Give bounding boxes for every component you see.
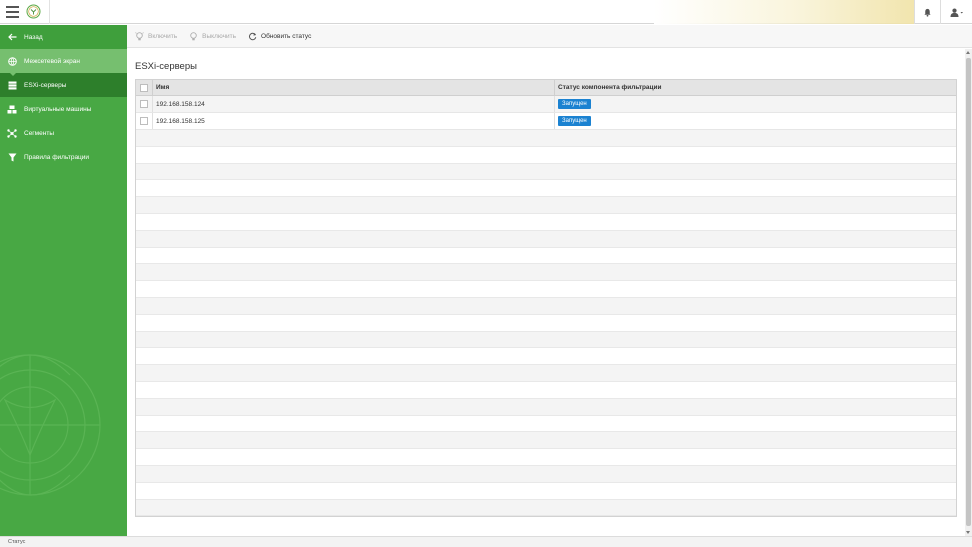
sidebar-item-segments[interactable]: Сегменты [0,121,127,145]
sidebar-item-label: Правила фильтрации [24,153,90,161]
lightbulb-off-icon [189,31,198,41]
server-name-cell: 192.168.158.124 [153,96,555,112]
hamburger-icon[interactable] [6,6,19,18]
notifications-button[interactable] [914,0,940,24]
bell-icon [924,8,931,17]
virtual-machines-icon [7,104,17,114]
shield-logo-icon [26,4,41,19]
scroll-thumb[interactable] [966,58,971,526]
empty-table-row [136,281,956,298]
empty-rows [136,130,956,517]
empty-table-row [136,499,956,517]
row-checkbox[interactable] [140,117,148,125]
empty-table-row [136,197,956,214]
empty-table-row [136,230,956,248]
page-title: ESXi-серверы [135,61,197,72]
empty-table-row [136,365,956,382]
refresh-icon [248,32,257,41]
sidebar: Назад Межсетевой экран ESXi-серверы Вирт… [0,25,127,536]
scroll-up-icon[interactable] [966,51,970,54]
empty-table-row [136,398,956,416]
sidebar-item-back[interactable]: Назад [0,25,127,49]
status-bar: Статус [0,536,972,547]
table-header: Имя Статус компонента фильтрации [136,80,956,96]
empty-table-row [136,315,956,332]
empty-table-row [136,147,956,164]
sidebar-item-label: Сегменты [24,129,55,137]
empty-table-row [136,416,956,433]
segments-icon [7,128,17,138]
lightbulb-on-icon [135,31,144,41]
refresh-status-label: Обновить статус [261,32,312,40]
refresh-status-button[interactable]: Обновить статус [248,32,311,41]
servers-table: Имя Статус компонента фильтрации 192.168… [135,79,957,518]
row-checkbox[interactable] [140,100,148,108]
empty-table-row [136,297,956,315]
empty-table-row [136,465,956,483]
arrow-left-icon [7,32,17,42]
enable-button[interactable]: Включить [135,31,178,41]
toolbar: Включить Выключить Обновить статус [127,25,972,48]
disable-button-label: Выключить [202,32,237,40]
user-icon [950,8,963,17]
disable-button[interactable]: Выключить [189,31,237,41]
server-icon [7,80,17,90]
enable-button-label: Включить [148,32,178,40]
empty-table-row [136,264,956,282]
sidebar-item-label: Виртуальные машины [24,105,92,113]
user-menu-button[interactable] [940,0,972,24]
vertical-scrollbar[interactable] [965,49,972,536]
empty-table-row [136,382,956,399]
empty-table-row [136,449,956,466]
status-badge: Запущен [558,99,591,109]
main-content: ESXi-серверы Имя Статус компонента фильт… [127,49,965,536]
sidebar-item-esxi-servers[interactable]: ESXi-серверы [0,72,127,97]
sidebar-item-filter-rules[interactable]: Правила фильтрации [0,145,127,169]
empty-table-row [136,331,956,349]
sidebar-item-label: ESXi-серверы [24,81,67,89]
sidebar-item-label: Межсетевой экран [24,57,80,65]
status-badge: Запущен [558,116,591,126]
scroll-down-icon[interactable] [966,531,970,534]
empty-table-row [136,432,956,450]
column-header-name[interactable]: Имя [153,80,555,95]
top-bar-decoration [654,0,914,24]
column-header-status[interactable]: Статус компонента фильтрации [555,80,956,95]
top-bar [0,0,972,24]
empty-table-row [136,248,956,265]
empty-table-row [136,214,956,231]
select-all-checkbox[interactable] [140,83,148,92]
top-divider [49,0,50,24]
sidebar-item-label: Назад [24,33,43,41]
server-name-cell: 192.168.158.125 [153,113,555,129]
firewall-icon [7,56,17,66]
sidebar-item-firewall[interactable]: Межсетевой экран [0,49,127,73]
sidebar-watermark [0,354,101,496]
sidebar-item-virtual-machines[interactable]: Виртуальные машины [0,97,127,121]
table-row[interactable]: 192.168.158.124 Запущен [136,96,956,113]
empty-table-row [136,163,956,181]
filter-icon [7,152,17,162]
empty-table-row [136,180,956,198]
table-row[interactable]: 192.168.158.125 Запущен [136,113,956,130]
empty-table-row [136,130,956,147]
empty-table-row [136,348,956,366]
empty-table-row [136,483,956,500]
